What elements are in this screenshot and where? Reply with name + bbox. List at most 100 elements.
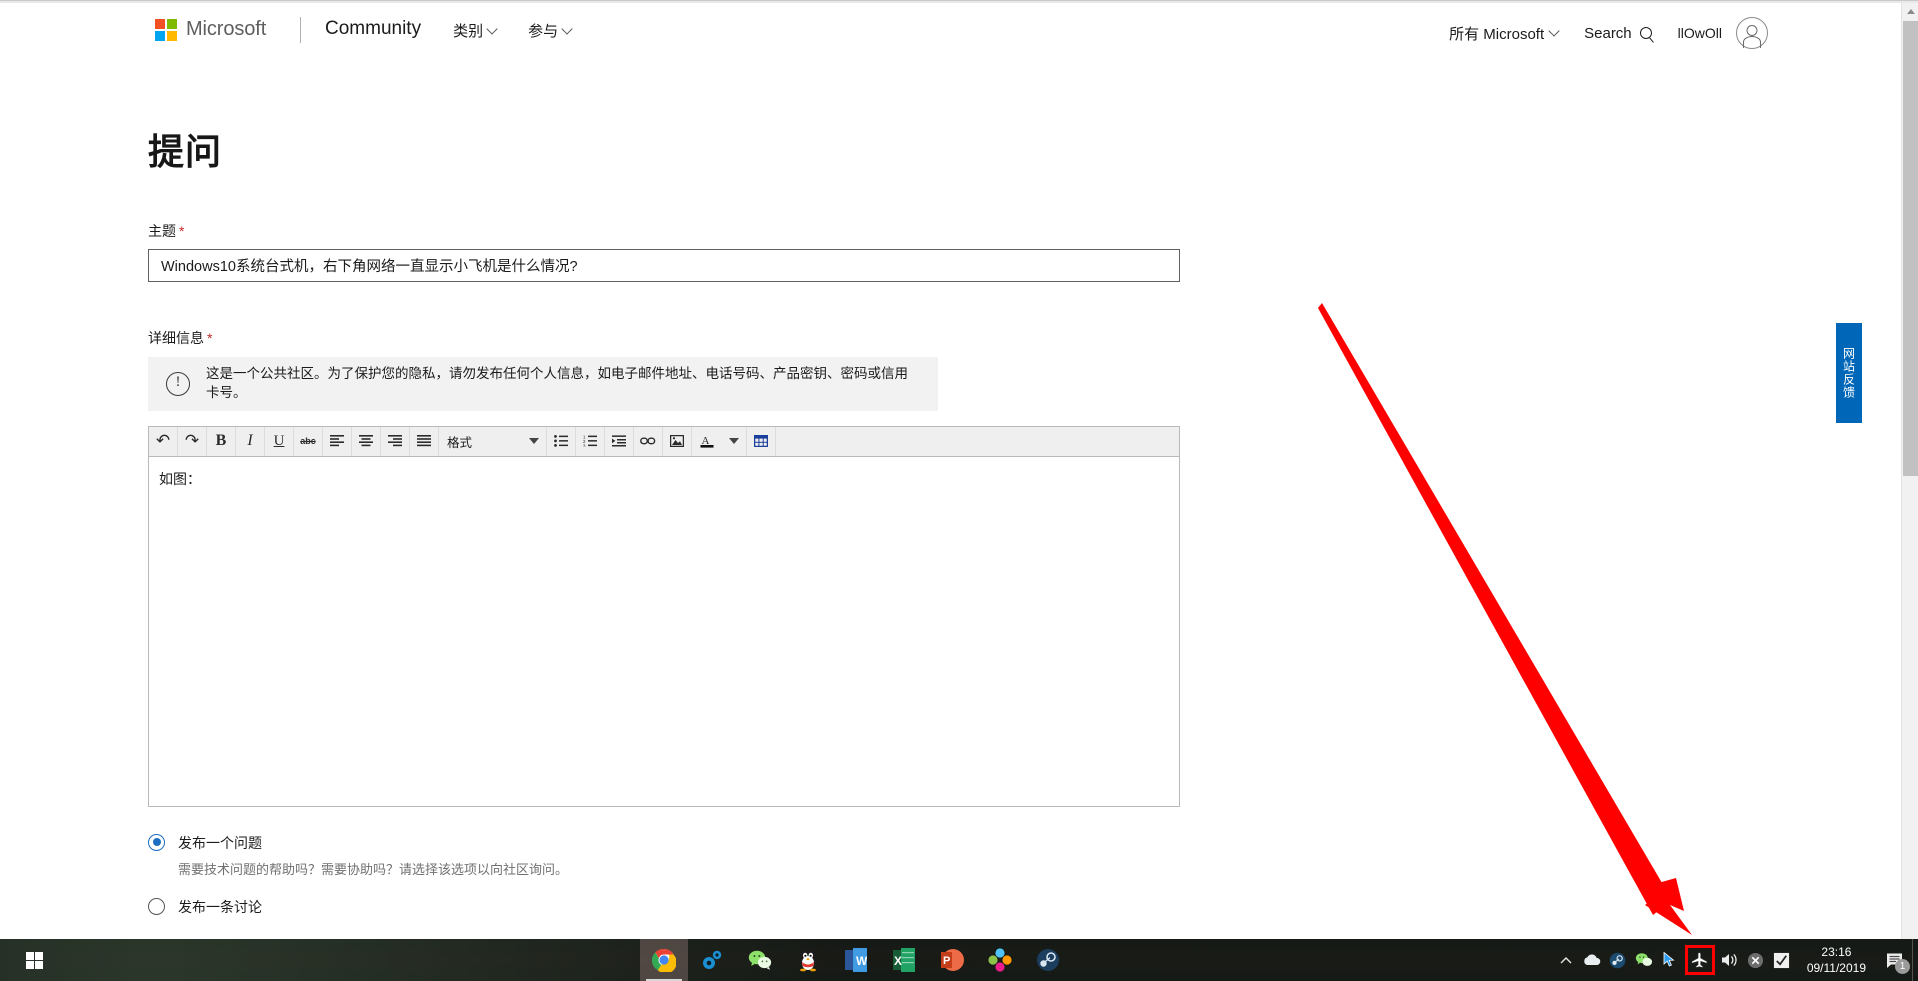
screen: Microsoft Community 类别 参与 所有 Microsoft S… bbox=[0, 0, 1918, 981]
required-asterisk: * bbox=[207, 330, 213, 346]
format-dropdown-label: 格式 bbox=[447, 435, 473, 450]
account-area[interactable]: llOwOll bbox=[1678, 17, 1768, 49]
scrollbar-thumb[interactable] bbox=[1903, 21, 1918, 476]
cursor-tray-icon[interactable] bbox=[1657, 939, 1683, 981]
scroll-up-arrow-icon[interactable] bbox=[1902, 3, 1918, 20]
align-center-icon[interactable] bbox=[352, 426, 381, 456]
taskbar-gears-tool-icon[interactable] bbox=[688, 939, 736, 981]
post-option-question-description: 需要技术问题的帮助吗？需要协助吗？请选择该选项以向社区询问。 bbox=[178, 861, 569, 877]
image-icon[interactable] bbox=[663, 426, 692, 456]
site-header: Microsoft Community 类别 参与 所有 Microsoft S… bbox=[0, 3, 1890, 65]
chevron-down-icon bbox=[561, 22, 573, 35]
volume-glyph bbox=[1721, 953, 1737, 967]
steam-tray-icon[interactable] bbox=[1605, 939, 1631, 981]
align-right-glyph bbox=[388, 435, 402, 447]
radio-discussion[interactable] bbox=[148, 897, 165, 915]
wechat-tray-icon[interactable] bbox=[1631, 939, 1657, 981]
taskbar-steam-icon[interactable] bbox=[1024, 939, 1072, 981]
web-page: Microsoft Community 类别 参与 所有 Microsoft S… bbox=[0, 3, 1890, 941]
format-dropdown-arrow-icon[interactable] bbox=[521, 426, 547, 456]
word-glyph: W bbox=[845, 948, 867, 972]
italic-icon[interactable]: I bbox=[236, 426, 265, 456]
taskbar-qq-icon[interactable] bbox=[784, 939, 832, 981]
page-title: 提问 bbox=[148, 131, 223, 172]
wechat-tray-glyph bbox=[1635, 953, 1652, 966]
taskbar-excel-icon[interactable]: X bbox=[880, 939, 928, 981]
svg-text:3: 3 bbox=[583, 444, 586, 448]
taskbar-powerpoint-icon[interactable]: P bbox=[928, 939, 976, 981]
align-justify-glyph bbox=[417, 435, 431, 447]
align-left-icon[interactable] bbox=[323, 426, 352, 456]
nav-categories-label: 类别 bbox=[453, 23, 484, 40]
onedrive-cloud-icon[interactable] bbox=[1579, 939, 1605, 981]
check-glyph bbox=[1774, 952, 1790, 968]
windows-logo-icon bbox=[25, 951, 43, 969]
clock-date: 09/11/2019 bbox=[1806, 961, 1866, 975]
subject-label: 主题 * bbox=[148, 221, 1890, 241]
image-glyph bbox=[670, 435, 684, 448]
chrome-glyph bbox=[652, 948, 676, 972]
steam-tray-glyph bbox=[1610, 952, 1626, 968]
search-button[interactable]: Search bbox=[1584, 25, 1652, 42]
error-x-tray-icon[interactable] bbox=[1743, 939, 1769, 981]
underline-icon[interactable]: U bbox=[265, 426, 294, 456]
align-right-icon[interactable] bbox=[381, 426, 410, 456]
all-microsoft-menu[interactable]: 所有 Microsoft bbox=[1449, 23, 1560, 44]
taskbar-wechat-icon[interactable] bbox=[736, 939, 784, 981]
header-divider bbox=[300, 17, 301, 43]
main-content: 提问 主题* 详细信息* 这是一个公共社区。为了保护您的隐私，请勿发布任何个人信… bbox=[0, 123, 1890, 917]
steam-glyph bbox=[1037, 949, 1059, 971]
powerpoint-glyph: P bbox=[941, 949, 964, 971]
nav-categories[interactable]: 类别 bbox=[453, 17, 498, 41]
numbered-list-icon[interactable]: 1 2 3 bbox=[576, 426, 605, 456]
format-dropdown[interactable]: 格式 bbox=[439, 426, 521, 456]
show-desktop-button[interactable] bbox=[1912, 939, 1918, 981]
privacy-notice-text: 这是一个公共社区。为了保护您的隐私，请勿发布任何个人信息，如电子邮件地址、电话号… bbox=[206, 366, 908, 400]
redo-icon[interactable]: ↷ bbox=[178, 426, 207, 456]
microsoft-logo[interactable]: Microsoft bbox=[155, 18, 266, 41]
privacy-notice: 这是一个公共社区。为了保护您的隐私，请勿发布任何个人信息，如电子邮件地址、电话号… bbox=[148, 357, 938, 411]
nav-participate-label: 参与 bbox=[528, 23, 559, 40]
details-label: 详细信息 * bbox=[148, 328, 1890, 348]
taskbar-chrome-icon[interactable] bbox=[640, 939, 688, 981]
chevron-down-icon bbox=[1548, 25, 1560, 37]
subject-input[interactable] bbox=[148, 249, 1180, 282]
table-glyph bbox=[754, 435, 768, 448]
radio-question[interactable] bbox=[148, 833, 165, 851]
check-tray-icon[interactable] bbox=[1769, 939, 1795, 981]
post-option-question[interactable]: 发布一个问题 需要技术问题的帮助吗？需要协助吗？请选择该选项以向社区询问。 bbox=[148, 833, 1890, 878]
table-icon[interactable] bbox=[747, 426, 776, 456]
notification-badge: 1 bbox=[1895, 959, 1910, 974]
post-option-discussion[interactable]: 发布一条讨论 bbox=[148, 897, 1890, 917]
page-scrollbar[interactable] bbox=[1901, 3, 1918, 941]
rich-text-editor: ↶ ↷ B I U abc 格式 1 2 3 A 如图： bbox=[148, 425, 1180, 807]
nav-participate[interactable]: 参与 bbox=[528, 17, 573, 41]
bulleted-list-icon[interactable] bbox=[547, 426, 576, 456]
indent-icon[interactable] bbox=[605, 426, 634, 456]
notification-center-button[interactable]: 1 bbox=[1878, 939, 1912, 981]
show-hidden-icons-chevron-icon[interactable] bbox=[1553, 939, 1579, 981]
search-label: Search bbox=[1584, 24, 1632, 42]
editor-content-area[interactable]: 如图： bbox=[148, 456, 1180, 807]
strikethrough-icon[interactable]: abc bbox=[294, 426, 323, 456]
windows-taskbar: W X P 23:16 09/11/2019 1 bbox=[0, 939, 1918, 981]
avatar[interactable] bbox=[1736, 17, 1768, 49]
nav-community[interactable]: Community bbox=[325, 18, 421, 40]
airplane-mode-tray-icon[interactable] bbox=[1684, 945, 1715, 975]
font-color-dropdown-icon[interactable] bbox=[721, 426, 747, 456]
bold-icon[interactable]: B bbox=[207, 426, 236, 456]
taskbar-clock[interactable]: 23:16 09/11/2019 bbox=[1795, 944, 1878, 976]
start-button[interactable] bbox=[10, 939, 58, 981]
link-icon[interactable] bbox=[634, 426, 663, 456]
align-justify-icon[interactable] bbox=[410, 426, 439, 456]
site-feedback-tab[interactable]: 网站反馈 bbox=[1836, 323, 1862, 423]
taskbar-color-petals-icon[interactable] bbox=[976, 939, 1024, 981]
taskbar-word-icon[interactable]: W bbox=[832, 939, 880, 981]
numbered-list-glyph: 1 2 3 bbox=[583, 435, 597, 447]
undo-icon[interactable]: ↶ bbox=[149, 426, 178, 456]
system-tray: 23:16 09/11/2019 1 bbox=[1553, 939, 1918, 981]
airplane-glyph bbox=[1691, 951, 1708, 968]
volume-tray-icon[interactable] bbox=[1717, 939, 1743, 981]
font-color-icon[interactable]: A bbox=[692, 426, 721, 456]
post-type-options: 发布一个问题 需要技术问题的帮助吗？需要协助吗？请选择该选项以向社区询问。 发布… bbox=[148, 833, 1890, 917]
